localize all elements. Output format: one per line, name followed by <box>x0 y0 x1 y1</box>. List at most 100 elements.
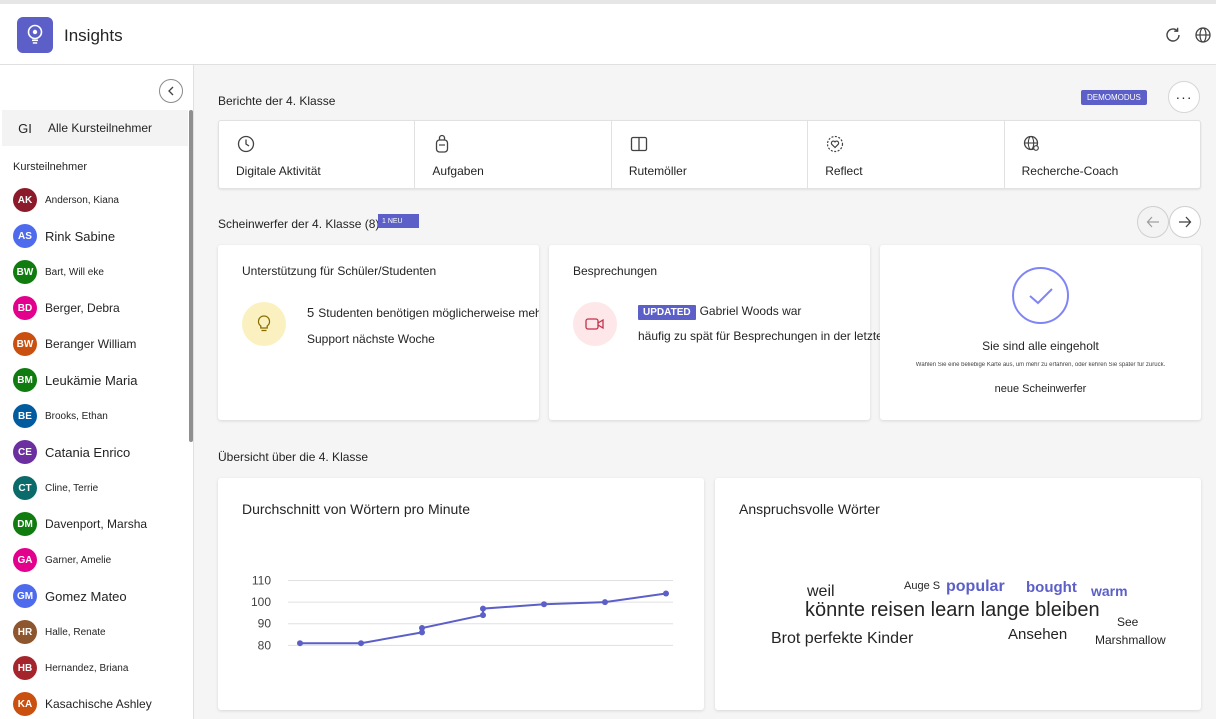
avatar: GM <box>13 584 37 608</box>
avatar: CT <box>13 476 37 500</box>
caught-up-footer: neue Scheinwerfer <box>994 383 1087 395</box>
support-count: 5 <box>307 305 315 320</box>
student-item[interactable]: GA Garner, Amelie <box>13 547 111 573</box>
student-name: Catania Enrico <box>45 444 131 460</box>
student-name: Rink Sabine <box>45 228 116 244</box>
cloud-word: bought <box>1026 579 1077 596</box>
student-item[interactable]: BW Beranger William <box>13 331 136 357</box>
data-point[interactable] <box>602 599 608 606</box>
report-tile-digital-activity[interactable]: Digitale Aktivität <box>219 121 416 188</box>
sidebar-item-all-students[interactable]: GI Alle Kursteilnehmer <box>2 110 188 146</box>
student-name: Brooks, Ethan <box>45 410 108 422</box>
globe-icon[interactable] <box>1192 24 1214 46</box>
student-item[interactable]: BM Leukämie Maria <box>13 367 138 393</box>
card-title: Besprechungen <box>573 264 658 278</box>
series-line <box>300 592 667 645</box>
spotlight-card-caught-up: Sie sind alle eingeholt Wählen Sie eine … <box>880 245 1201 420</box>
student-item[interactable]: BD Berger, Debra <box>13 295 120 321</box>
report-label: Aufgaben <box>432 164 484 178</box>
checkmark-icon <box>1012 267 1069 324</box>
students-section-label: Kursteilnehmer <box>13 161 87 173</box>
data-point[interactable] <box>419 625 425 632</box>
cloud-word: Auge S <box>904 580 941 592</box>
sidebar-scrollbar[interactable] <box>189 110 193 442</box>
student-item[interactable]: CT Cline, Terrie <box>13 475 98 501</box>
words-card-title: Anspruchsvolle Wörter <box>739 501 880 517</box>
data-point[interactable] <box>358 640 364 647</box>
cloud-word: Ansehen <box>1008 626 1068 643</box>
collapse-sidebar-button[interactable] <box>159 79 183 103</box>
student-name: Anderson, Kiana <box>45 194 119 206</box>
spotlight-section-title: Scheinwerfer der 4. Klasse (8) <box>218 217 380 231</box>
student-item[interactable]: HB Hernandez, Briana <box>13 655 128 681</box>
spotlight-card-support[interactable]: Unterstützung für Schüler/Studenten 5 Stu… <box>218 245 539 420</box>
data-point[interactable] <box>480 612 486 619</box>
cloud-word: Marshmallow <box>1095 633 1166 647</box>
report-tile-assignments[interactable]: Aufgaben <box>415 121 612 188</box>
challenging-words-card[interactable]: Anspruchsvolle Wörter weil Auge Spopular b… <box>715 478 1201 710</box>
student-item[interactable]: AK Anderson, Kiana <box>13 187 119 213</box>
student-item[interactable]: KA Kasachische Ashley <box>13 691 152 717</box>
wpm-line-chart: 80 90 100 110 <box>251 573 673 652</box>
avatar: AK <box>13 188 37 212</box>
y-tick-label: 110 <box>252 573 271 587</box>
student-name: Davenport, Marsha <box>45 517 148 531</box>
app-title: Insights <box>64 26 123 45</box>
student-name: Hernandez, Briana <box>45 662 129 674</box>
student-item[interactable]: DM Davenport, Marsha <box>13 511 147 537</box>
student-name: Leukämie Maria <box>45 372 138 388</box>
spotlight-next-button[interactable] <box>1169 206 1201 238</box>
student-item[interactable]: HR Halle, Renate <box>13 619 106 645</box>
support-text: Studenten benötigen möglicherweise mehr <box>318 306 539 320</box>
data-point[interactable] <box>541 601 547 608</box>
lightbulb-icon <box>242 302 286 346</box>
app-header: Insights <box>0 4 1216 65</box>
meetings-text: Gabriel Woods war <box>699 304 802 318</box>
report-tile-reflect[interactable]: Reflect <box>808 121 1005 188</box>
student-name: Cline, Terrie <box>45 482 99 494</box>
video-camera-icon <box>573 302 617 346</box>
data-point[interactable] <box>663 590 669 597</box>
support-line-2: Support nächste Woche <box>307 332 435 346</box>
student-item[interactable]: BE Brooks, Ethan <box>13 403 108 429</box>
meetings-line-1: UPDATED Gabriel Woods war <box>638 304 801 320</box>
main-content: Berichte der 4. Klasse DEMOMODUS ··· Dig… <box>194 65 1216 719</box>
y-tick-label: 80 <box>258 638 272 652</box>
avatar: AS <box>13 224 37 248</box>
data-point[interactable] <box>297 640 303 647</box>
backpack-icon <box>436 134 449 153</box>
avatar: KA <box>13 692 37 716</box>
report-tile-search-coach[interactable]: Recherche-Coach <box>1005 121 1200 188</box>
cloud-word: Brot perfekte Kinder <box>771 630 914 647</box>
report-label: Recherche-Coach <box>1021 164 1119 178</box>
student-name: Bart, Will eke <box>45 266 104 278</box>
avatar: BM <box>13 368 37 392</box>
student-name: Berger, Debra <box>45 301 120 315</box>
report-label: Rutemöller <box>628 164 687 178</box>
support-line-1: 5 Studenten benötigen möglicherweise mehr <box>307 305 539 320</box>
student-item[interactable]: BW Bart, Will eke <box>13 259 104 285</box>
y-tick-label: 90 <box>258 617 272 631</box>
updated-tag: UPDATED <box>638 305 696 320</box>
report-tile-reading[interactable]: Rutemöller <box>612 121 809 188</box>
arrow-left-icon <box>1146 216 1159 228</box>
cloud-word: warm <box>1091 583 1128 599</box>
all-students-initials: GI <box>18 120 32 136</box>
avatar: CE <box>13 440 37 464</box>
student-name: Garner, Amelie <box>45 554 112 566</box>
refresh-icon[interactable] <box>1162 24 1184 46</box>
caught-up-hint: Wählen Sie eine beliebige Karte aus, um … <box>915 362 1166 368</box>
more-options-button[interactable]: ··· <box>1168 81 1200 113</box>
spotlight-card-meetings[interactable]: Besprechungen UPDATED Gabriel Woods war h… <box>549 245 930 420</box>
data-point[interactable] <box>480 605 486 612</box>
spotlight-prev-button[interactable] <box>1137 206 1169 238</box>
book-icon <box>630 136 647 152</box>
student-item[interactable]: GM Gomez Mateo <box>13 583 127 609</box>
report-label: Reflect <box>825 164 863 178</box>
student-item[interactable]: CE Catania Enrico <box>13 439 130 465</box>
heart-icon <box>827 135 844 153</box>
student-item[interactable]: AS Rink Sabine <box>13 223 115 249</box>
arrow-right-icon <box>1179 216 1192 228</box>
report-label: Digitale Aktivität <box>236 164 321 178</box>
wpm-chart-card[interactable]: Durchschnitt von Wörtern pro Minute 80 90… <box>218 478 704 710</box>
